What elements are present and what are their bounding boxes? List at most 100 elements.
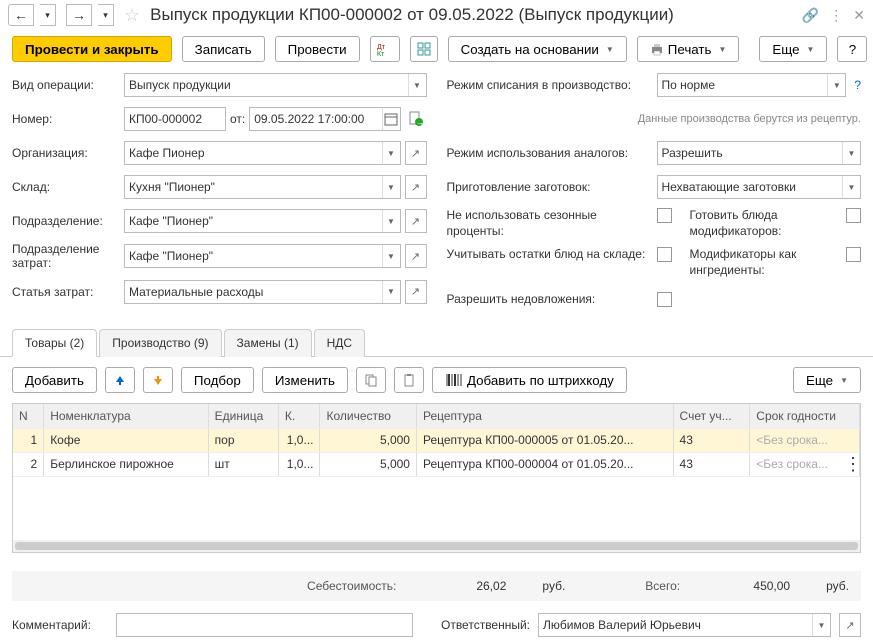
related-button[interactable] [410,36,438,62]
chevron-down-icon[interactable]: ▼ [382,176,400,198]
chevron-down-icon[interactable]: ▼ [382,210,400,232]
cell-k: 1,0... [278,452,320,476]
chevron-down-icon[interactable]: ▼ [827,74,845,96]
cell-unit: пор [208,428,278,452]
col-nom[interactable]: Номенклатура [44,404,208,428]
dtkt-button[interactable]: ДтКт [370,36,400,62]
cost-value: 26,02 [426,579,506,593]
more-button[interactable]: Еще ▼ [759,36,827,62]
analogs-value: Разрешить [662,146,843,160]
date-value: 09.05.2022 17:00:00 [254,112,381,126]
modsing-checkbox[interactable] [846,247,861,262]
open-icon[interactable]: ↗ [405,280,427,304]
new-doc-icon[interactable]: → [405,107,427,131]
col-n[interactable]: N [13,404,44,428]
analogs-combo[interactable]: Разрешить▼ [657,141,862,165]
cell-qty: 5,000 [320,452,416,476]
goods-table[interactable]: N Номенклатура Единица К. Количество Рец… [13,404,860,477]
side-kebab-icon[interactable]: ⋮ [844,454,861,475]
chevron-down-icon[interactable]: ▼ [842,176,860,198]
op-type-combo[interactable]: Выпуск продукции ▼ [124,73,427,97]
add-by-barcode-button[interactable]: Добавить по штрихкоду [432,367,627,393]
copy-button[interactable] [356,367,386,393]
horizontal-scrollbar[interactable] [13,540,860,552]
col-qty[interactable]: Количество [320,404,416,428]
from-label: от: [230,112,245,126]
responsible-combo[interactable]: Любимов Валерий Юрьевич ▼ [538,613,831,637]
arrow-down-icon [152,374,164,386]
open-icon[interactable]: ↗ [839,613,861,637]
col-exp[interactable]: Срок годности [750,404,860,428]
org-label: Организация: [12,146,124,160]
date-input[interactable]: 09.05.2022 17:00:00 [249,107,400,131]
print-button[interactable]: Печать▼ [637,36,740,62]
create-based-button[interactable]: Создать на основании▼ [448,36,627,62]
more-label: Еще [772,42,799,57]
kebab-menu-icon[interactable]: ⋮ [829,7,843,24]
number-input[interactable]: КП00-000002 [124,107,226,131]
analogs-label: Режим использования аналогов: [447,146,657,160]
preps-combo[interactable]: Нехватающие заготовки▼ [657,175,862,199]
post-and-close-button[interactable]: Провести и закрыть [12,36,172,62]
open-icon[interactable]: ↗ [405,209,427,233]
chevron-down-icon[interactable]: ▼ [408,74,426,96]
number-value: КП00-000002 [129,112,202,126]
open-icon[interactable]: ↗ [405,244,427,268]
allowshort-checkbox[interactable] [657,292,672,307]
add-row-button[interactable]: Добавить [12,367,97,393]
nav-back-dropdown[interactable]: ▾ [40,4,56,26]
write-button[interactable]: Записать [182,36,265,62]
tab-subs[interactable]: Замены (1) [224,329,312,357]
help-link[interactable]: ? [854,78,861,92]
open-icon[interactable]: ↗ [405,141,427,165]
col-acc[interactable]: Счет уч... [673,404,750,428]
article-combo[interactable]: Материальные расходы▼ [124,280,401,304]
dept-combo[interactable]: Кафе "Пионер"▼ [124,209,401,233]
pick-button[interactable]: Подбор [181,367,254,393]
post-button[interactable]: Провести [275,36,360,62]
favorite-star-icon[interactable]: ☆ [124,5,140,26]
tab-more-button[interactable]: Еще▼ [793,367,861,393]
nav-forward-button[interactable]: → [66,4,92,26]
wh-combo[interactable]: Кухня "Пионер"▼ [124,175,401,199]
comment-input[interactable] [116,613,413,637]
move-up-button[interactable] [105,367,135,393]
costdept-combo[interactable]: Кафе "Пионер"▼ [124,244,401,268]
help-button[interactable]: ? [837,36,867,62]
calendar-icon[interactable] [382,108,400,130]
chevron-down-icon: ▼ [807,45,815,54]
create-based-label: Создать на основании [461,42,599,57]
tab-vat[interactable]: НДС [314,329,365,357]
org-combo[interactable]: Кафе Пионер▼ [124,141,401,165]
col-unit[interactable]: Единица [208,404,278,428]
cell-recipe: Рецептура КП00-000004 от 01.05.20... [416,452,673,476]
tab-goods[interactable]: Товары (2) [12,329,97,357]
col-recipe[interactable]: Рецептура [416,404,673,428]
writeoff-mode-combo[interactable]: По норме▼ [657,73,847,97]
close-icon[interactable]: ✕ [853,7,865,24]
nav-forward-dropdown[interactable]: ▾ [98,4,114,26]
chevron-down-icon[interactable]: ▼ [812,614,830,636]
paste-button[interactable] [394,367,424,393]
col-k[interactable]: К. [278,404,320,428]
tab-production[interactable]: Производство (9) [99,329,221,357]
table-row[interactable]: 1Кофепор1,0...5,000Рецептура КП00-000005… [13,428,860,452]
table-row[interactable]: 2Берлинское пирожноешт1,0...5,000Рецепту… [13,452,860,476]
number-label: Номер: [12,112,124,126]
chevron-down-icon[interactable]: ▼ [382,245,400,267]
open-icon[interactable]: ↗ [405,175,427,199]
edit-button[interactable]: Изменить [262,367,348,393]
chevron-down-icon[interactable]: ▼ [382,142,400,164]
cookmods-checkbox[interactable] [846,208,861,223]
cell-acc: 43 [673,428,750,452]
nav-back-button[interactable]: ← [8,4,34,26]
seasonal-checkbox[interactable] [657,208,672,223]
move-down-button[interactable] [143,367,173,393]
cell-nom: Берлинское пирожное [44,452,208,476]
chevron-down-icon[interactable]: ▼ [382,281,400,303]
barcode-icon [445,373,463,387]
stock-checkbox[interactable] [657,247,672,262]
article-label: Статья затрат: [12,285,124,299]
link-icon[interactable]: 🔗 [802,7,819,24]
chevron-down-icon[interactable]: ▼ [842,142,860,164]
